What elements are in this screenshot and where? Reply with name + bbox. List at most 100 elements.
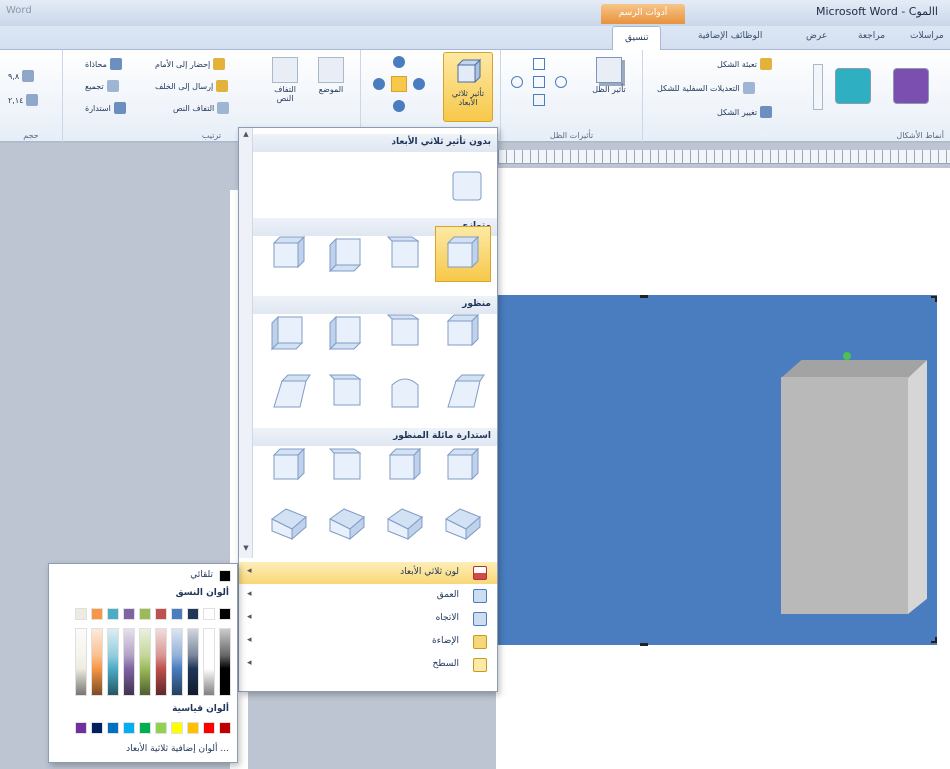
drawing-tools-context-tab[interactable]: أدوات الرسم — [601, 4, 685, 24]
shadow-nudge-controls[interactable] — [511, 58, 571, 108]
standard-color-swatch[interactable] — [187, 722, 199, 734]
change-shape-button[interactable]: تغيير الشكل — [717, 106, 773, 118]
tab-view[interactable]: عرض — [806, 31, 827, 41]
shadow-up-icon[interactable] — [533, 58, 545, 70]
theme-color-swatch[interactable] — [219, 608, 231, 620]
menu-lighting[interactable]: ◂ الإضاءة — [239, 631, 497, 653]
more-colors-link[interactable]: ألوان إضافية ثلاثية الأبعاد ... — [126, 744, 229, 754]
standard-color-swatch[interactable] — [155, 722, 167, 734]
style-gallery-scroll[interactable] — [813, 64, 823, 110]
tilt-right-icon[interactable] — [413, 78, 425, 90]
oblique-preset-5-tile[interactable] — [435, 494, 491, 550]
theme-color-swatch[interactable] — [187, 608, 199, 620]
shadow-right-icon[interactable] — [555, 76, 567, 88]
standard-color-swatch[interactable] — [203, 722, 215, 734]
shadow-down-icon[interactable] — [533, 94, 545, 106]
theme-color-swatch[interactable] — [75, 608, 87, 620]
theme-color-swatch[interactable] — [139, 608, 151, 620]
scroll-up-icon[interactable]: ▲ — [241, 130, 251, 140]
scroll-down-icon[interactable]: ▼ — [241, 544, 251, 554]
shadow-toggle-icon[interactable] — [533, 76, 545, 88]
rotate-button[interactable]: استدارة — [85, 102, 126, 114]
oblique-preset-3-tile[interactable] — [319, 438, 375, 494]
menu-surface[interactable]: ◂ السطح — [239, 654, 497, 676]
perspective-preset-8-tile[interactable] — [261, 364, 317, 420]
resize-handle-bottom-right[interactable] — [931, 637, 937, 643]
send-backward-button[interactable]: إرسال إلى الخلف — [155, 80, 229, 92]
theme-color-shades[interactable] — [203, 628, 215, 696]
theme-color-shades[interactable] — [91, 628, 103, 696]
theme-color-swatch[interactable] — [107, 608, 119, 620]
width-field[interactable]: ٢,١٤ — [8, 94, 39, 106]
standard-color-swatch[interactable] — [171, 722, 183, 734]
resize-handle-top-right[interactable] — [931, 296, 937, 302]
menu-depth[interactable]: ◂ العمق — [239, 585, 497, 607]
gallery-scrollbar[interactable]: ▲ ▼ — [239, 128, 253, 558]
shape-effects-button[interactable]: التعديلات السفلية للشكل — [657, 82, 755, 94]
rotation-handle[interactable] — [843, 352, 851, 360]
theme-color-shades[interactable] — [107, 628, 119, 696]
automatic-color-swatch[interactable] — [219, 570, 231, 582]
theme-color-swatch[interactable] — [171, 608, 183, 620]
tilt-left-icon[interactable] — [373, 78, 385, 90]
tab-format[interactable]: تنسيق — [612, 26, 662, 51]
tab-mailings[interactable]: مراسلات — [910, 31, 944, 41]
theme-color-shades[interactable] — [123, 628, 135, 696]
perspective-preset-7-tile[interactable] — [319, 364, 375, 420]
theme-color-swatch[interactable] — [123, 608, 135, 620]
standard-color-swatch[interactable] — [91, 722, 103, 734]
3d-tilt-controls[interactable] — [369, 56, 429, 116]
resize-handle-bottom[interactable] — [640, 643, 648, 646]
perspective-preset-6-tile[interactable] — [377, 364, 433, 420]
style-swatch-purple[interactable] — [893, 68, 929, 104]
shadow-left-icon[interactable] — [511, 76, 523, 88]
shape-fill-button[interactable]: تعبئة الشكل — [717, 58, 773, 70]
group-button[interactable]: تجميع — [85, 80, 119, 92]
position-button[interactable]: الموضع — [309, 54, 353, 114]
oblique-preset-6-tile[interactable] — [377, 494, 433, 550]
tilt-up-icon[interactable] — [393, 56, 405, 68]
perspective-preset-3-tile[interactable] — [319, 304, 375, 360]
perspective-preset-5-tile[interactable] — [435, 364, 491, 420]
menu-3d-color[interactable]: ◂ لون ثلاثي الأبعاد — [239, 562, 497, 584]
theme-color-shades[interactable] — [187, 628, 199, 696]
wrap-text-button[interactable]: التفاف النص — [265, 54, 305, 114]
tab-review[interactable]: مراجعة — [858, 31, 885, 41]
parallel-preset-2-tile[interactable] — [377, 226, 433, 282]
3d-toggle-icon[interactable] — [391, 76, 407, 92]
style-swatch-teal[interactable] — [835, 68, 871, 104]
standard-color-swatch[interactable] — [219, 722, 231, 734]
theme-color-swatch[interactable] — [91, 608, 103, 620]
resize-handle-top[interactable] — [640, 295, 648, 298]
3d-none-tile[interactable] — [439, 158, 495, 214]
oblique-preset-4-tile[interactable] — [261, 438, 317, 494]
theme-color-shades[interactable] — [155, 628, 167, 696]
menu-direction[interactable]: ◂ الاتجاه — [239, 608, 497, 630]
3d-effects-button[interactable]: تأثير ثلاثي الأبعاد — [443, 52, 493, 122]
parallel-preset-3-tile[interactable] — [319, 226, 375, 282]
theme-color-shades[interactable] — [75, 628, 87, 696]
standard-color-swatch[interactable] — [123, 722, 135, 734]
perspective-preset-1-tile[interactable] — [435, 304, 491, 360]
oblique-preset-8-tile[interactable] — [261, 494, 317, 550]
standard-color-swatch[interactable] — [75, 722, 87, 734]
3d-box-front-face[interactable] — [781, 377, 908, 614]
theme-color-swatch[interactable] — [155, 608, 167, 620]
tilt-down-icon[interactable] — [393, 100, 405, 112]
perspective-preset-4-tile[interactable] — [261, 304, 317, 360]
parallel-preset-4-tile[interactable] — [261, 226, 317, 282]
theme-color-shades[interactable] — [171, 628, 183, 696]
oblique-preset-1-tile[interactable] — [435, 438, 491, 494]
theme-color-shades[interactable] — [139, 628, 151, 696]
theme-color-swatch[interactable] — [203, 608, 215, 620]
theme-color-shades[interactable] — [219, 628, 231, 696]
oblique-preset-7-tile[interactable] — [319, 494, 375, 550]
parallel-preset-1-tile[interactable] — [435, 226, 491, 282]
oblique-preset-2-tile[interactable] — [377, 438, 433, 494]
bring-forward-button[interactable]: إحضار إلى الأمام — [155, 58, 226, 70]
align-button[interactable]: محاذاة — [85, 58, 122, 70]
height-field[interactable]: ٩,٨ — [8, 70, 35, 82]
perspective-preset-2-tile[interactable] — [377, 304, 433, 360]
standard-color-swatch[interactable] — [107, 722, 119, 734]
shadow-effects-button[interactable]: تأثير الظل — [585, 54, 633, 120]
